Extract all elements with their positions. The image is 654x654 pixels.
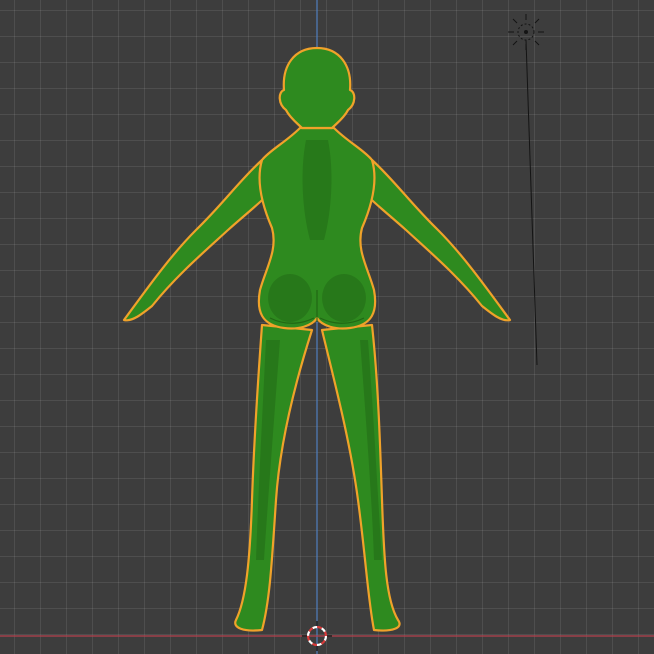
- 3d-viewport[interactable]: [0, 0, 654, 654]
- viewport-scene: [0, 0, 654, 654]
- sun-light-icon[interactable]: [508, 14, 544, 366]
